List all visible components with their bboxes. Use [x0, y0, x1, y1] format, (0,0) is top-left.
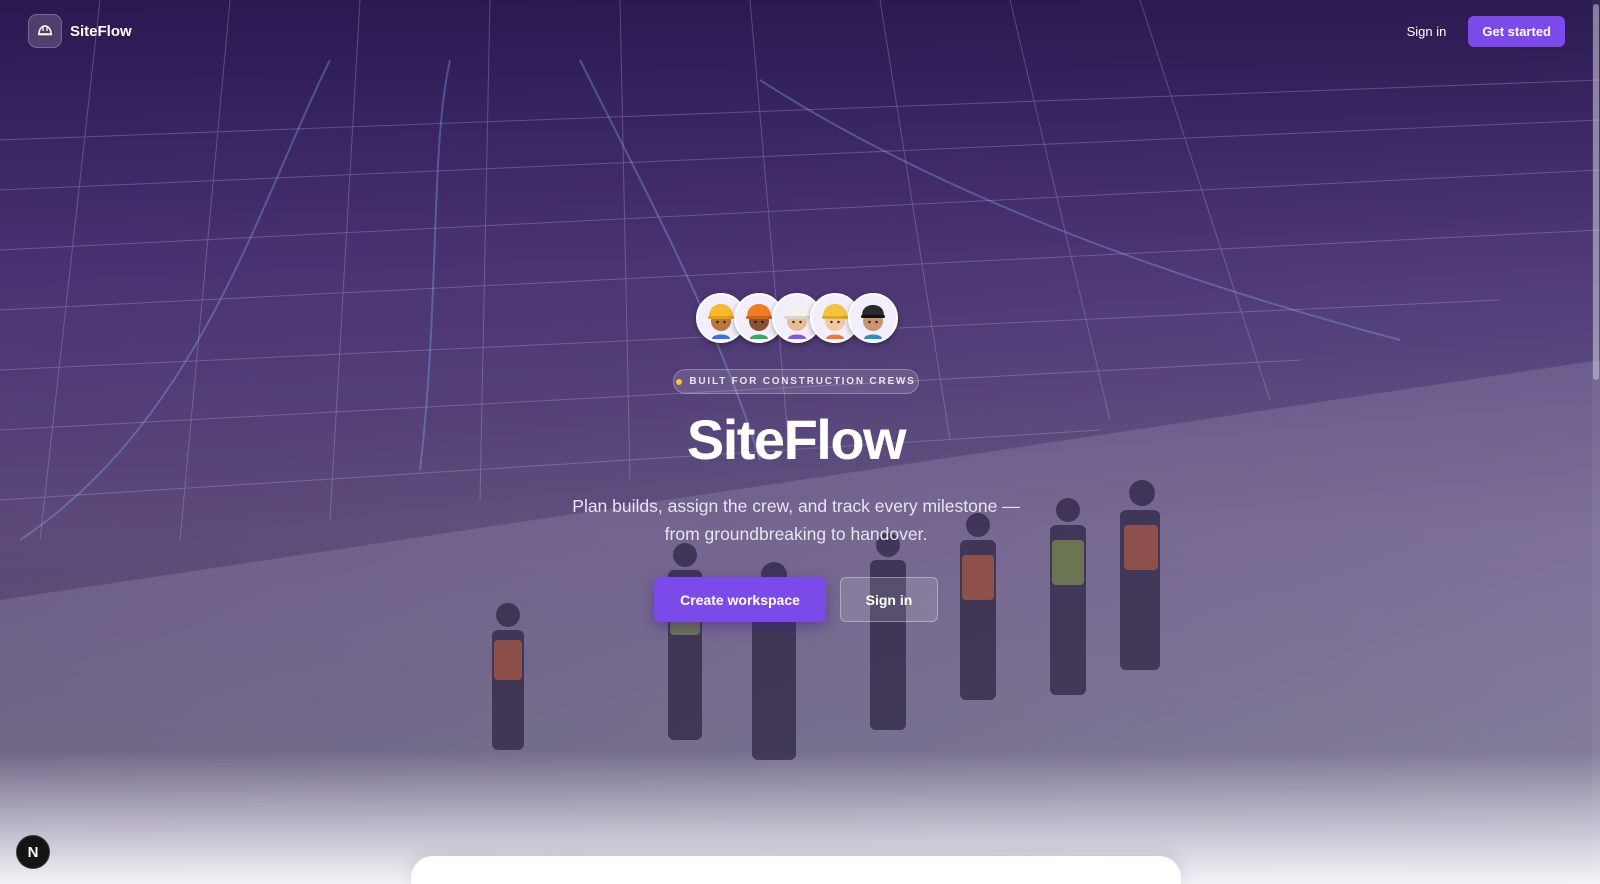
top-nav: SiteFlow Sign in Get started — [28, 14, 1565, 48]
scrollbar[interactable] — [1592, 0, 1600, 884]
hero-subtitle: Plan builds, assign the crew, and track … — [0, 492, 1592, 548]
dev-tools-button[interactable]: N — [16, 835, 50, 869]
content-card — [411, 856, 1181, 884]
hero-sign-in-button[interactable]: Sign in — [840, 577, 938, 622]
hard-hat-icon — [38, 25, 52, 36]
brand-name[interactable]: SiteFlow — [70, 23, 132, 40]
hero-subtitle-line-1: Plan builds, assign the crew, and track … — [572, 496, 1020, 516]
avatar — [848, 293, 898, 343]
logo-button[interactable] — [28, 14, 62, 48]
tagline-badge: BUILT FOR CONSTRUCTION CREWS — [673, 369, 919, 394]
crew-avatar-group — [696, 293, 898, 343]
hero-subtitle-line-2: from groundbreaking to handover. — [664, 524, 928, 544]
hero-section: SiteFlow Sign in Get started BUILT FOR C… — [0, 0, 1600, 884]
get-started-button[interactable]: Get started — [1468, 15, 1565, 47]
nav-sign-in-link[interactable]: Sign in — [1407, 24, 1447, 39]
tagline-badge-label: BUILT FOR CONSTRUCTION CREWS — [689, 376, 916, 387]
create-workspace-button[interactable]: Create workspace — [654, 577, 826, 622]
status-dot-icon — [676, 378, 683, 385]
scrollbar-thumb[interactable] — [1593, 4, 1599, 380]
worker-black-cap-icon — [861, 305, 885, 339]
hero-title: SiteFlow — [686, 408, 907, 471]
